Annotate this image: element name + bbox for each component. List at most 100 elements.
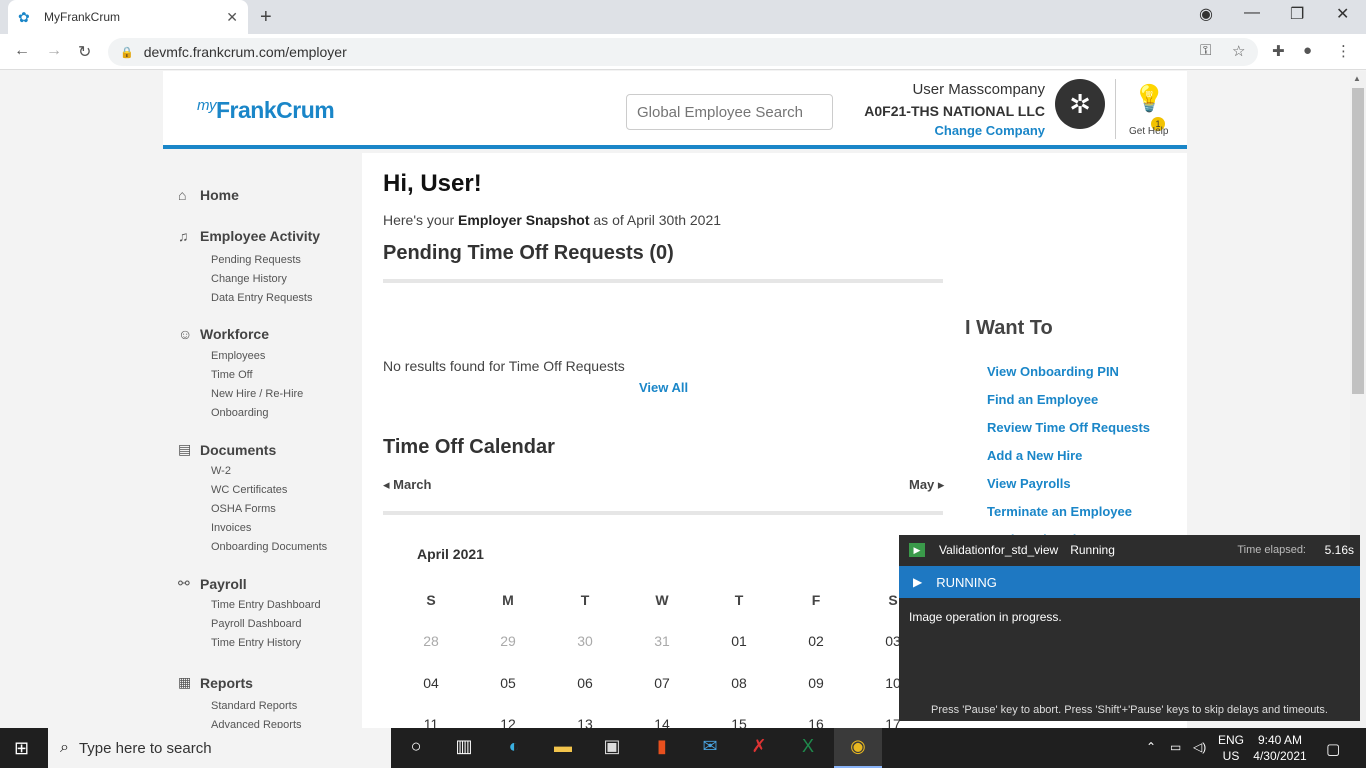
i-want-to-link[interactable]: Terminate an Employee [987,504,1132,519]
calendar-day[interactable]: 28 [411,633,451,649]
sidebar-section-workforce[interactable]: ☺ Workforce [178,326,269,342]
i-want-to-link[interactable]: Add a New Hire [987,448,1082,463]
calendar-day[interactable]: 05 [488,675,528,691]
windows-start-icon[interactable]: ⊞ [14,738,29,759]
language-indicator[interactable]: ENG US [1216,732,1246,764]
reports-icon: ▦ [178,674,192,690]
sidebar-item-onboarding-documents[interactable]: Onboarding Documents [211,541,327,553]
url-text: devmfc.frankcrum.com/employer [143,44,347,60]
address-bar[interactable]: 🔒 devmfc.frankcrum.com/employer [108,38,1258,66]
i-want-to-link[interactable]: Find an Employee [987,392,1098,407]
sidebar-section-documents[interactable]: ▤ Documents [178,441,276,458]
sidebar-item-data-entry-requests[interactable]: Data Entry Requests [211,292,313,304]
sidebar-item-time-entry-history[interactable]: Time Entry History [211,637,301,649]
close-tab-icon[interactable]: ✕ [226,9,238,26]
key-icon[interactable]: ⚿ [1200,42,1211,59]
sidebar-item-time-entry-dashboard[interactable]: Time Entry Dashboard [211,599,321,611]
scroll-up-icon[interactable]: ▲ [1353,74,1361,83]
edge-icon[interactable]: ◐ [502,736,526,757]
change-company-link[interactable]: Change Company [934,123,1045,138]
extensions-icon[interactable]: ✚ [1272,42,1285,60]
sidebar-item-home[interactable]: ⌂ Home [178,187,239,203]
sidebar-item-pending-requests[interactable]: Pending Requests [211,254,301,266]
show-hidden-icons[interactable]: ⌃ [1146,740,1156,754]
file-explorer-icon[interactable]: ▬ [551,736,575,757]
volume-icon[interactable]: ◁) [1193,740,1206,754]
calendar-day[interactable]: 08 [719,675,759,691]
sidebar-item-change-history[interactable]: Change History [211,273,287,285]
cortana-icon[interactable]: ○ [404,736,428,757]
minimize-icon[interactable]: — [1244,4,1260,22]
sidebar-item-new-hire[interactable]: New Hire / Re-Hire [211,388,303,400]
reload-icon[interactable]: ↻ [78,42,91,62]
tab-search-icon[interactable]: ◉ [1199,4,1213,24]
mail-icon[interactable]: ✉ [698,736,722,757]
calendar-day[interactable]: 29 [488,633,528,649]
calendar-day[interactable]: 13 [565,716,605,728]
sidebar-section-employee-activity[interactable]: ♫ Employee Activity [178,228,320,244]
lightbulb-icon[interactable]: 💡 [1133,83,1165,114]
calendar-day[interactable]: 01 [719,633,759,649]
bookmark-star-icon[interactable]: ☆ [1232,42,1245,60]
calendar-day[interactable]: 02 [796,633,836,649]
sidebar-item-w2[interactable]: W-2 [211,465,231,477]
new-tab-button[interactable]: + [260,6,272,29]
notifications-icon[interactable]: ▢ [1326,740,1340,758]
clock[interactable]: 9:40 AM 4/30/2021 [1252,732,1308,764]
calendar-day[interactable]: 09 [796,675,836,691]
calendar-day[interactable]: 14 [642,716,682,728]
scrollbar-thumb[interactable] [1352,88,1364,394]
play-icon: ▶ [913,575,923,589]
restore-icon[interactable]: ❐ [1290,4,1304,24]
calendar-day[interactable]: 30 [565,633,605,649]
network-icon[interactable]: ▭ [1170,740,1181,754]
sidebar-item-employees[interactable]: Employees [211,350,265,362]
next-month-link[interactable]: May ▸ [909,477,944,493]
get-help-label[interactable]: Get Help [1129,126,1168,137]
excel-icon[interactable]: X [796,736,820,757]
sidebar-item-standard-reports[interactable]: Standard Reports [211,700,297,712]
calendar-day[interactable]: 31 [642,633,682,649]
office-icon[interactable]: ▮ [650,736,674,757]
store-icon[interactable]: ▣ [600,736,624,757]
sidebar-item-time-off[interactable]: Time Off [211,369,253,381]
menu-icon[interactable]: ⋮ [1336,42,1351,60]
global-employee-search-input[interactable] [626,94,833,130]
forward-icon[interactable]: → [46,42,62,60]
view-all-link[interactable]: View All [639,380,688,395]
sidebar-section-payroll[interactable]: ⚯ Payroll [178,575,247,592]
sidebar-section-reports[interactable]: ▦ Reports [178,674,253,691]
calendar-day[interactable]: 15 [719,716,759,728]
sidebar: ⌂ Home ♫ Employee Activity Pending Request… [163,153,362,728]
calendar-day[interactable]: 07 [642,675,682,691]
sidebar-item-advanced-reports[interactable]: Advanced Reports [211,719,302,728]
prev-month-link[interactable]: ◂ March [383,477,431,493]
calendar-day[interactable]: 06 [565,675,605,691]
browser-tab[interactable]: ✿ MyFrankCrum ✕ [8,0,248,34]
calendar-day[interactable]: 04 [411,675,451,691]
search-icon: ⌕ [60,739,69,756]
i-want-to-link[interactable]: Review Time Off Requests [987,420,1150,435]
browser-toolbar: ← → ↻ 🔒 devmfc.frankcrum.com/employer ⚿ … [0,34,1366,70]
sidebar-item-wc-certificates[interactable]: WC Certificates [211,484,287,496]
sidebar-item-invoices[interactable]: Invoices [211,522,251,534]
profile-icon[interactable]: ● [1303,42,1312,59]
sidebar-item-osha-forms[interactable]: OSHA Forms [211,503,276,515]
myfrankcrum-logo[interactable]: myFrankCrum [197,97,335,124]
i-want-to-link[interactable]: View Onboarding PIN [987,364,1119,379]
testcomplete-icon[interactable]: ✗ [747,736,771,757]
weekday-header: F [811,592,821,608]
i-want-to-link[interactable]: View Payrolls [987,476,1071,491]
taskbar-search-box[interactable]: ⌕ Type here to search [48,728,391,768]
calendar-day[interactable]: 11 [411,716,451,728]
calendar-day[interactable]: 12 [488,716,528,728]
header-divider [1115,79,1116,139]
sidebar-item-payroll-dashboard[interactable]: Payroll Dashboard [211,618,302,630]
task-view-icon[interactable]: ▥ [452,736,476,757]
close-window-icon[interactable]: ✕ [1336,4,1349,24]
calendar-day[interactable]: 16 [796,716,836,728]
back-icon[interactable]: ← [14,42,30,60]
sidebar-item-onboarding[interactable]: Onboarding [211,407,269,419]
chrome-icon[interactable]: ◉ [846,736,870,757]
automation-header: ▶ Validationfor_std_view Running Time el… [899,535,1360,565]
